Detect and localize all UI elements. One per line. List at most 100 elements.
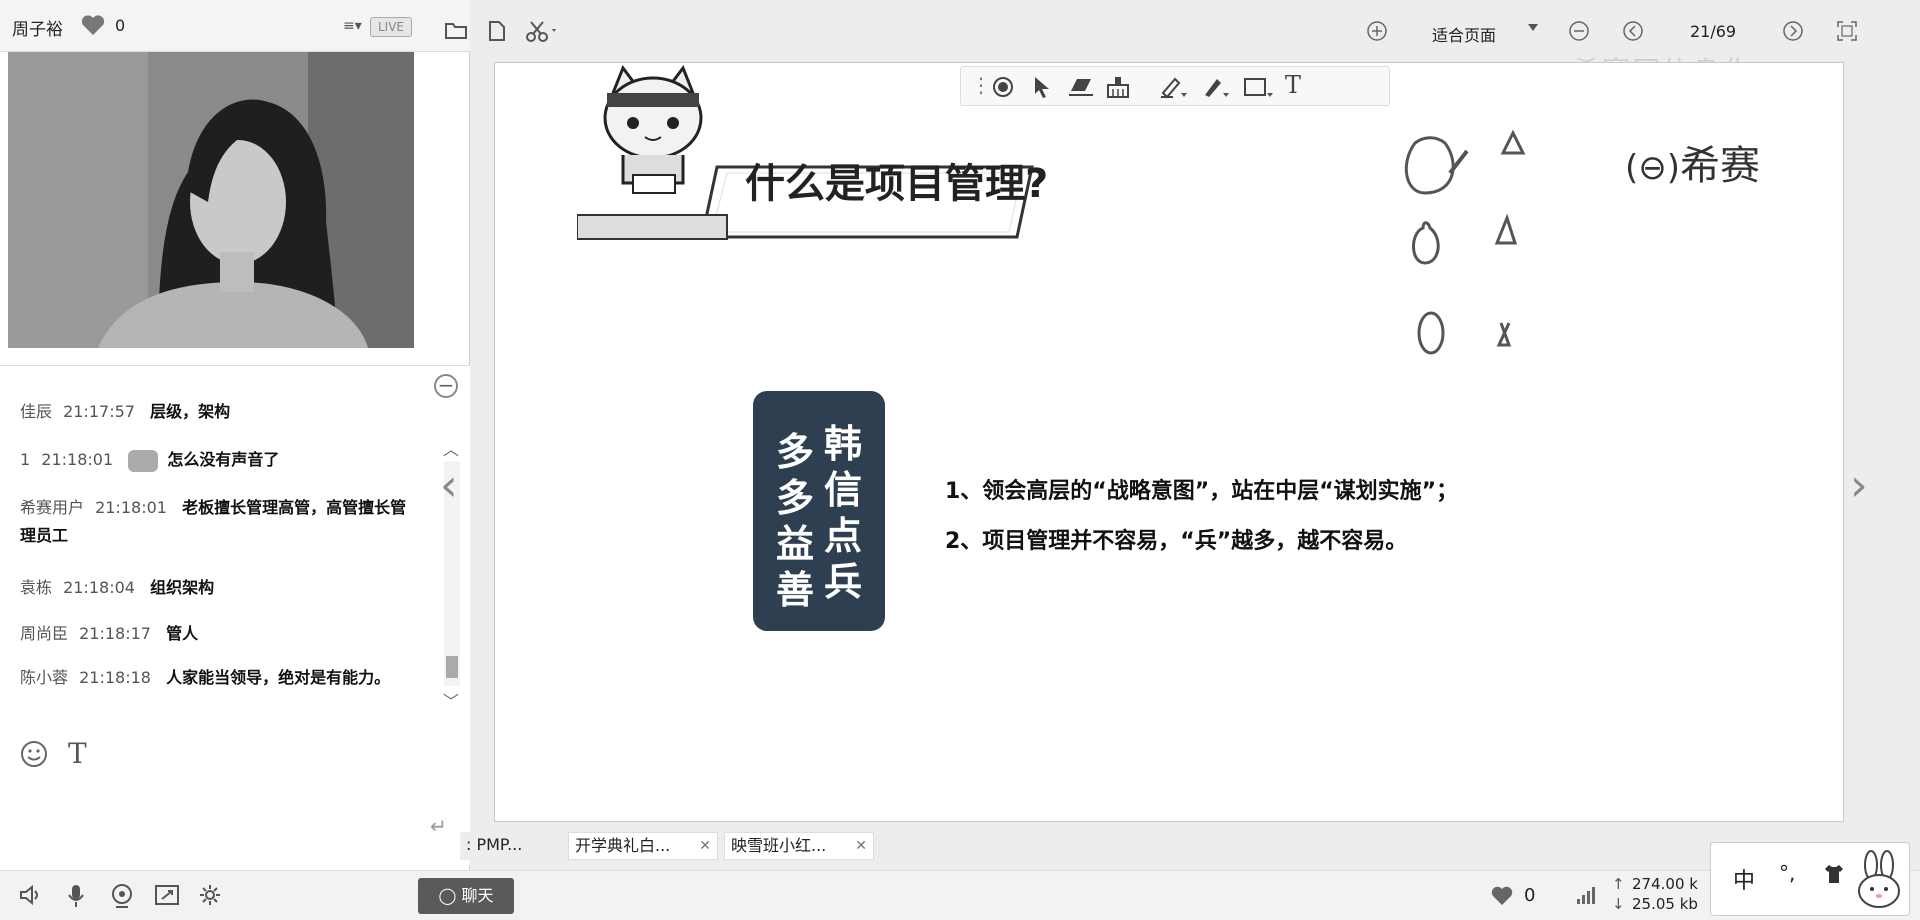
doc-tab-label: 映雪班小红... xyxy=(731,836,827,855)
zoom-in-icon[interactable] xyxy=(1366,20,1388,42)
text-tool-icon[interactable]: T xyxy=(1285,71,1301,99)
chat-user: 周尚臣 xyxy=(20,624,69,643)
chat-text: 人家能当领导，绝对是有能力。 xyxy=(166,668,391,687)
scroll-down-icon[interactable]: ﹀ xyxy=(443,688,459,712)
quote-column-left: 多 多 益 善 xyxy=(773,429,817,613)
quote-char: 多 xyxy=(775,476,814,520)
bottom-bar: ◯ 聊天 0 ↑ 274.00 k ↓ 25.05 kb xyxy=(0,870,1920,920)
host-name: 周子裕 xyxy=(12,20,63,40)
ime-punct[interactable]: °, xyxy=(1779,861,1795,885)
chat-message: 陈小蓉 21:18:18 人家能当领导，绝对是有能力。 xyxy=(20,664,420,692)
chevron-down-icon[interactable] xyxy=(1528,24,1538,32)
brush-clear-icon[interactable] xyxy=(1105,75,1131,99)
enter-send-icon[interactable]: ↵ xyxy=(430,814,447,838)
drag-handle-icon[interactable]: ⋮ xyxy=(971,73,991,97)
shirt-skin-icon[interactable] xyxy=(1823,863,1845,885)
highlighter-icon[interactable] xyxy=(1159,75,1189,99)
quote-card: 韩 信 点 兵 多 多 益 善 xyxy=(753,391,885,631)
like-count: 0 xyxy=(115,16,126,35)
microphone-icon[interactable] xyxy=(66,883,86,909)
chat-text: 管人 xyxy=(166,624,199,643)
quote-char: 善 xyxy=(775,568,814,612)
quote-char: 韩 xyxy=(823,422,862,466)
pen-icon[interactable] xyxy=(1201,75,1231,99)
emoji-icon[interactable] xyxy=(20,740,48,768)
chat-user: 佳辰 xyxy=(20,402,53,421)
ime-mode[interactable]: 中 xyxy=(1733,863,1755,895)
doc-tab[interactable]: : PMP... xyxy=(460,832,534,860)
slide-prev-arrow[interactable]: ‹ xyxy=(440,460,458,511)
chat-time: 21:18:04 xyxy=(63,578,135,597)
sticker-icon xyxy=(128,449,159,472)
prev-page-icon[interactable] xyxy=(1622,20,1644,42)
slide-point-1: 1、领会高层的“战略意图”，站在中层“谋划实施”； xyxy=(945,479,1459,504)
speaker-icon[interactable] xyxy=(18,883,42,907)
scroll-up-icon[interactable]: ︿ xyxy=(443,436,459,460)
slide-title: 什么是项目管理? xyxy=(745,161,1049,207)
chat-time: 21:18:01 xyxy=(41,450,114,469)
scissors-icon[interactable] xyxy=(526,20,560,42)
upload-arrow-icon: ↑ xyxy=(1612,875,1625,893)
freehand-annotations xyxy=(1404,129,1526,355)
close-tab-icon[interactable]: ✕ xyxy=(855,833,867,859)
upload-speed: 274.00 k xyxy=(1632,875,1698,893)
rectangle-icon[interactable] xyxy=(1243,75,1275,99)
page-indicator: 21/69 xyxy=(1690,22,1737,41)
doc-tab[interactable]: 映雪班小红... ✕ xyxy=(724,832,874,860)
scroll-thumb[interactable] xyxy=(446,656,458,678)
signal-icon xyxy=(1576,885,1598,905)
chat-user: 陈小蓉 xyxy=(20,668,69,687)
quote-column-right: 韩 信 点 兵 xyxy=(821,421,865,605)
host-bar: 周子裕 0 ≡▾ LIVE xyxy=(0,0,470,52)
chat-text: 组织架构 xyxy=(150,578,215,597)
chat-user: 袁栋 xyxy=(20,578,53,597)
eraser-icon[interactable] xyxy=(1067,75,1095,99)
heart-icon[interactable] xyxy=(80,14,106,36)
chat-message: 佳辰 21:17:57 层级，架构 xyxy=(20,398,420,426)
close-tab-icon[interactable]: ✕ xyxy=(699,833,711,859)
pointer-icon[interactable] xyxy=(1031,75,1053,99)
left-panel: 周子裕 0 ≡▾ LIVE − ︿ ﹀ 佳辰 21:17:57 层级，架构 1 … xyxy=(0,0,470,920)
file-icon[interactable] xyxy=(488,20,506,42)
chat-text: 怎么没有声音了 xyxy=(167,450,280,469)
zoom-out-icon[interactable] xyxy=(1568,20,1590,42)
chat-text: 层级，架构 xyxy=(150,402,231,421)
doc-tab-label: 开学典礼白... xyxy=(575,836,671,855)
chat-time: 21:18:01 xyxy=(95,498,167,517)
fullscreen-icon[interactable] xyxy=(1836,20,1858,42)
download-arrow-icon: ↓ xyxy=(1612,895,1625,913)
collapse-chat-button[interactable]: − xyxy=(434,374,458,398)
brand-name: 希赛 xyxy=(1680,143,1761,189)
settings-gear-icon[interactable] xyxy=(198,883,222,907)
folder-icon[interactable] xyxy=(444,20,468,40)
quote-char: 兵 xyxy=(823,560,862,604)
text-format-icon[interactable]: T xyxy=(68,737,87,770)
brand-logo: (⊖)希赛 xyxy=(1625,143,1761,189)
chat-panel: − ︿ ﹀ 佳辰 21:17:57 层级，架构 1 21:18:01 怎么没有声… xyxy=(0,365,470,865)
chat-time: 21:17:57 xyxy=(63,402,135,421)
chat-time: 21:18:17 xyxy=(79,624,151,643)
mascot-cat-icon xyxy=(603,64,703,194)
webcam-icon[interactable] xyxy=(110,883,134,909)
chat-time: 21:18:18 xyxy=(79,668,151,687)
next-page-icon[interactable] xyxy=(1782,20,1804,42)
screen-share-icon[interactable] xyxy=(154,883,180,907)
document-tabs-bar: : PMP... 开学典礼白... ✕ 映雪班小红... ✕ xyxy=(460,826,1920,864)
ime-toolbar: 中 °, xyxy=(1710,842,1910,916)
quote-char: 益 xyxy=(775,522,814,566)
slide-canvas[interactable]: 什么是项目管理? (⊖)希赛 韩 信 点 兵 多 多 益 善 1、领会高层的“战… xyxy=(494,62,1844,822)
record-icon[interactable] xyxy=(991,75,1015,99)
slide-next-arrow[interactable]: › xyxy=(1850,460,1868,511)
slide-point-2: 2、项目管理并不容易，“兵”越多，越不容易。 xyxy=(945,529,1408,554)
doc-tab-label: : PMP... xyxy=(466,835,523,854)
drawing-toolbar: ⋮ T xyxy=(960,66,1390,106)
chat-tab-button[interactable]: ◯ 聊天 xyxy=(418,878,514,914)
list-menu-icon[interactable]: ≡▾ xyxy=(343,18,362,34)
fit-page-select[interactable]: 适合页面 xyxy=(1432,22,1496,46)
chat-user: 1 xyxy=(20,450,31,469)
download-speed: 25.05 kb xyxy=(1632,895,1698,913)
heart-icon[interactable] xyxy=(1490,885,1514,907)
quote-char: 多 xyxy=(775,430,814,474)
doc-tab[interactable]: 开学典礼白... ✕ xyxy=(568,832,718,860)
quote-char: 点 xyxy=(823,514,862,558)
